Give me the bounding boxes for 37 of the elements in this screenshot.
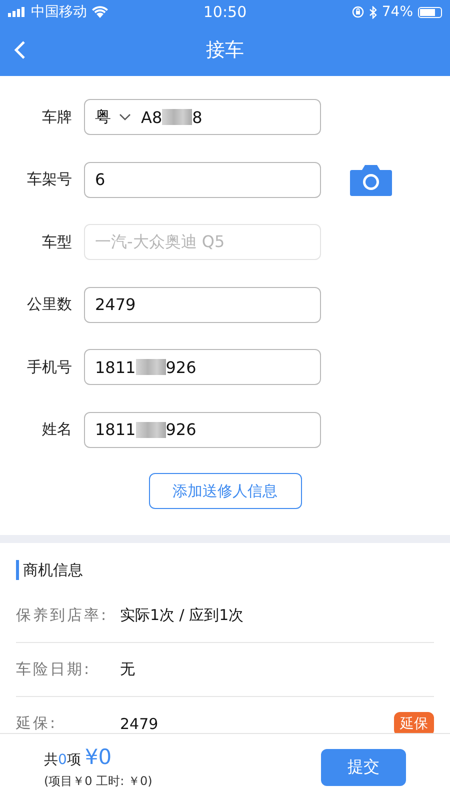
page-title: 接车 [206, 38, 244, 63]
field-label: 车牌 [41, 108, 73, 127]
battery-percent: 74% [382, 4, 413, 20]
plate-field[interactable]: 粤 A8 8 [84, 99, 321, 136]
field-label: 公里数 [26, 295, 73, 314]
total-price: ¥0 [84, 744, 112, 768]
info-value: 实际1次 / 应到1次 [120, 606, 245, 625]
summary-count: 共0项 [44, 750, 81, 768]
field-label: 姓名 [41, 420, 73, 440]
info-value: 2479 [120, 714, 160, 732]
field-label: 手机号 [26, 358, 73, 377]
redaction-mask [136, 359, 166, 376]
section-title: 商机信息 [23, 560, 83, 580]
info-label: 车险日期: [16, 660, 92, 679]
redaction-mask [136, 422, 166, 438]
battery-icon [418, 6, 442, 18]
back-icon[interactable] [14, 40, 26, 60]
camera-icon[interactable] [350, 164, 392, 196]
info-label: 保养到店率: [16, 606, 110, 625]
price-detail: (项目￥0 工时: ￥0) [44, 772, 152, 790]
section-marker [16, 560, 19, 580]
lock-rotation-icon [352, 6, 364, 18]
status-time: 10:50 [203, 3, 247, 21]
carrier-name: 中国移动 [31, 3, 87, 21]
wifi-icon [92, 6, 108, 18]
input-field[interactable]: 1811 926 [84, 412, 321, 448]
bluetooth-icon [368, 6, 377, 18]
info-label: 延保: [16, 714, 58, 733]
signal-icon [8, 7, 26, 17]
field-label: 车型 [41, 232, 73, 252]
chevron-icon[interactable] [119, 113, 131, 122]
field-label: 车架号 [26, 170, 73, 190]
input-field[interactable]: 2479 [84, 286, 321, 323]
input-field[interactable]: 1811 926 [84, 349, 321, 386]
input-field[interactable]: 6 [84, 162, 321, 198]
info-value: 无 [120, 660, 136, 679]
redaction-mask [162, 109, 192, 126]
